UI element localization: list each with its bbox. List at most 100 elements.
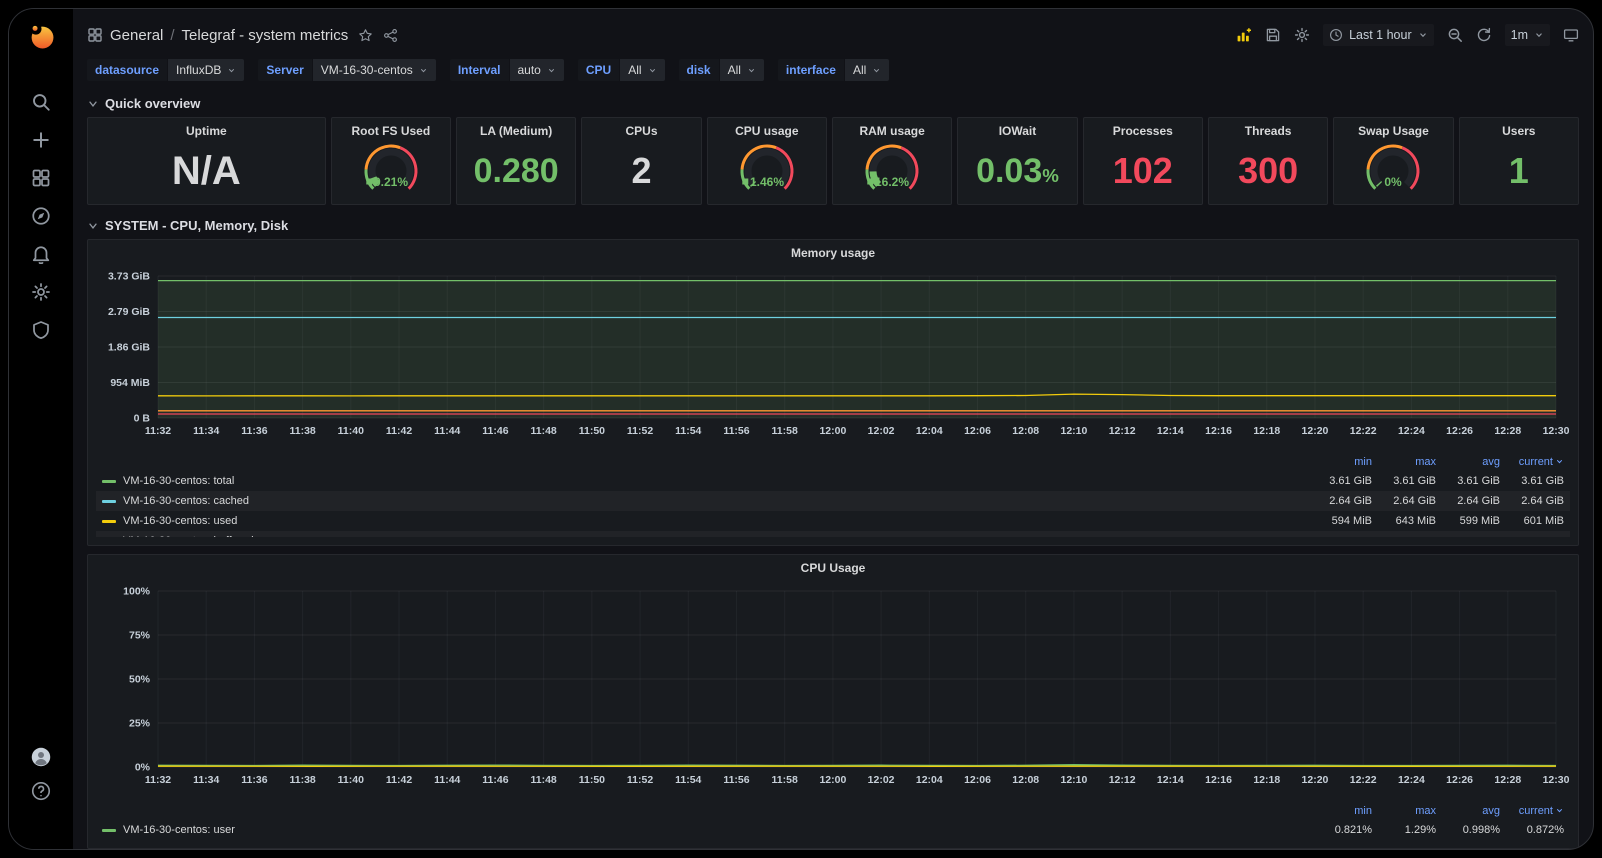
stat-panel-swap-usage: Swap Usage 0% xyxy=(1333,117,1454,205)
legend-column-current[interactable]: current xyxy=(1500,456,1564,468)
panel-title[interactable]: CPU Usage xyxy=(96,561,1570,581)
x-axis-label: 11:40 xyxy=(338,425,364,437)
stat-title[interactable]: Root FS Used xyxy=(332,124,450,138)
series-color-dash[interactable] xyxy=(102,499,116,503)
explore-icon[interactable] xyxy=(31,206,51,226)
series-name[interactable]: VM-16-30-centos: used xyxy=(123,515,237,527)
memory-usage-legend: min max avg current VM-16-30-centos: total 3.… xyxy=(96,453,1570,537)
legend-value: 2.64 GiB xyxy=(1393,495,1436,507)
stat-title[interactable]: Threads xyxy=(1209,124,1327,138)
y-axis-label: 1.86 GiB xyxy=(108,342,150,354)
series-color-dash[interactable] xyxy=(102,519,116,523)
panel-title[interactable]: Memory usage xyxy=(96,246,1570,266)
series-name[interactable]: VM-16-30-centos: total xyxy=(123,475,234,487)
clock-icon xyxy=(1329,28,1343,42)
stat-title[interactable]: CPU usage xyxy=(708,124,826,138)
variable-value-dropdown[interactable]: auto xyxy=(509,59,564,81)
x-axis-label: 11:32 xyxy=(145,425,171,437)
refresh-icon[interactable] xyxy=(1476,27,1492,43)
breadcrumb-title[interactable]: Telegraf - system metrics xyxy=(182,27,349,44)
series-name[interactable]: VM-16-30-centos: cached xyxy=(123,495,249,507)
chevron-down-icon xyxy=(1555,806,1564,815)
variable-value: VM-16-30-centos xyxy=(320,63,413,77)
series-name[interactable]: VM-16-30-centos: user xyxy=(123,824,235,836)
grafana-logo-icon[interactable] xyxy=(28,23,55,50)
share-icon[interactable] xyxy=(383,28,398,43)
x-axis-label: 11:44 xyxy=(434,425,460,437)
star-icon[interactable] xyxy=(358,28,373,43)
dashboard-grid-icon[interactable] xyxy=(87,27,103,43)
refresh-interval-label: 1m xyxy=(1510,28,1528,42)
series-color-dash[interactable] xyxy=(102,828,116,832)
legend-column-min[interactable]: min xyxy=(1308,456,1372,468)
time-range-picker[interactable]: Last 1 hour xyxy=(1323,24,1434,46)
legend-column-max[interactable]: max xyxy=(1372,456,1436,468)
x-axis-label: 12:04 xyxy=(916,774,943,786)
dashboards-icon[interactable] xyxy=(31,168,51,188)
cpu-usage-plot[interactable]: 0% 25% 50% 75% 100% 11:32 11:34 11:36 11:38 11:40… xyxy=(96,581,1572,793)
stat-title[interactable]: IOWait xyxy=(958,124,1076,138)
legend-column-avg[interactable]: avg xyxy=(1436,805,1500,817)
tv-mode-icon[interactable] xyxy=(1563,27,1579,43)
series-name[interactable]: VM-16-30-centos: buffered xyxy=(123,535,254,537)
variable-value-dropdown[interactable]: All xyxy=(719,59,764,81)
dashboard-settings-icon[interactable] xyxy=(1294,27,1310,43)
variable-value-dropdown[interactable]: InfluxDB xyxy=(168,59,245,81)
zoom-out-icon[interactable] xyxy=(1447,27,1463,43)
legend-column-max[interactable]: max xyxy=(1372,805,1436,817)
variable-server: Server VM-16-30-centos xyxy=(258,59,436,81)
stat-title[interactable]: Uptime xyxy=(88,124,325,138)
legend-value: 601 MiB xyxy=(1523,515,1564,527)
legend-column-min[interactable]: min xyxy=(1308,805,1372,817)
breadcrumb-folder[interactable]: General xyxy=(110,27,163,44)
chevron-down-icon xyxy=(87,98,99,110)
legend-series: VM-16-30-centos: cached xyxy=(102,495,1308,507)
variable-value-dropdown[interactable]: All xyxy=(620,59,665,81)
alerting-icon[interactable] xyxy=(31,244,51,264)
main-area: General / Telegraf - system metrics Last… xyxy=(73,9,1593,849)
chevron-down-icon xyxy=(872,66,881,75)
server-admin-icon[interactable] xyxy=(31,320,51,340)
user-avatar-icon[interactable] xyxy=(31,747,51,767)
x-axis-label: 11:48 xyxy=(531,774,557,786)
x-axis-label: 12:04 xyxy=(916,425,943,437)
stat-title[interactable]: RAM usage xyxy=(833,124,951,138)
create-icon[interactable] xyxy=(31,130,51,150)
refresh-interval-picker[interactable]: 1m xyxy=(1505,24,1550,46)
y-axis-label: 100% xyxy=(123,586,151,598)
configuration-icon[interactable] xyxy=(31,282,51,302)
search-icon[interactable] xyxy=(31,92,51,112)
legend-row: VM-16-30-centos: buffered xyxy=(96,531,1570,537)
legend-column-avg[interactable]: avg xyxy=(1436,456,1500,468)
stat-value: 300 xyxy=(1238,150,1299,191)
stat-title[interactable]: CPUs xyxy=(582,124,700,138)
variable-interface: interface All xyxy=(777,59,890,81)
help-icon[interactable] xyxy=(31,781,51,801)
stat-title[interactable]: Users xyxy=(1460,124,1578,138)
series-color-dash[interactable] xyxy=(102,479,116,483)
sidebar xyxy=(9,9,73,849)
variable-value-dropdown[interactable]: VM-16-30-centos xyxy=(312,59,436,81)
variable-value-dropdown[interactable]: All xyxy=(844,59,890,81)
legend-column-current[interactable]: current xyxy=(1500,805,1564,817)
legend-value: 643 MiB xyxy=(1395,515,1436,527)
section-quick-overview[interactable]: Quick overview xyxy=(87,91,1579,117)
x-axis-label: 11:36 xyxy=(241,425,267,437)
add-panel-icon[interactable] xyxy=(1236,27,1252,43)
gauge: 1.46% xyxy=(740,144,794,190)
memory-usage-plot[interactable]: 0 B 954 MiB 1.86 GiB 2.79 GiB 3.73 GiB 11:32 1… xyxy=(96,266,1572,444)
stat-title[interactable]: LA (Medium) xyxy=(457,124,575,138)
section-system[interactable]: SYSTEM - CPU, Memory, Disk xyxy=(87,213,1579,239)
stat-body: 0% xyxy=(1334,138,1452,204)
stat-body: 1.46% xyxy=(708,138,826,204)
stat-value-suffix: % xyxy=(1042,165,1059,186)
legend-value: 0.872% xyxy=(1526,824,1564,836)
legend-value: 0.821% xyxy=(1334,824,1372,836)
stat-title[interactable]: Swap Usage xyxy=(1334,124,1452,138)
y-axis-label: 75% xyxy=(129,630,151,642)
x-axis-label: 12:30 xyxy=(1543,774,1570,786)
x-axis-label: 11:42 xyxy=(386,425,412,437)
stat-title[interactable]: Processes xyxy=(1084,124,1202,138)
y-axis-label: 50% xyxy=(129,674,151,686)
save-dashboard-icon[interactable] xyxy=(1265,27,1281,43)
